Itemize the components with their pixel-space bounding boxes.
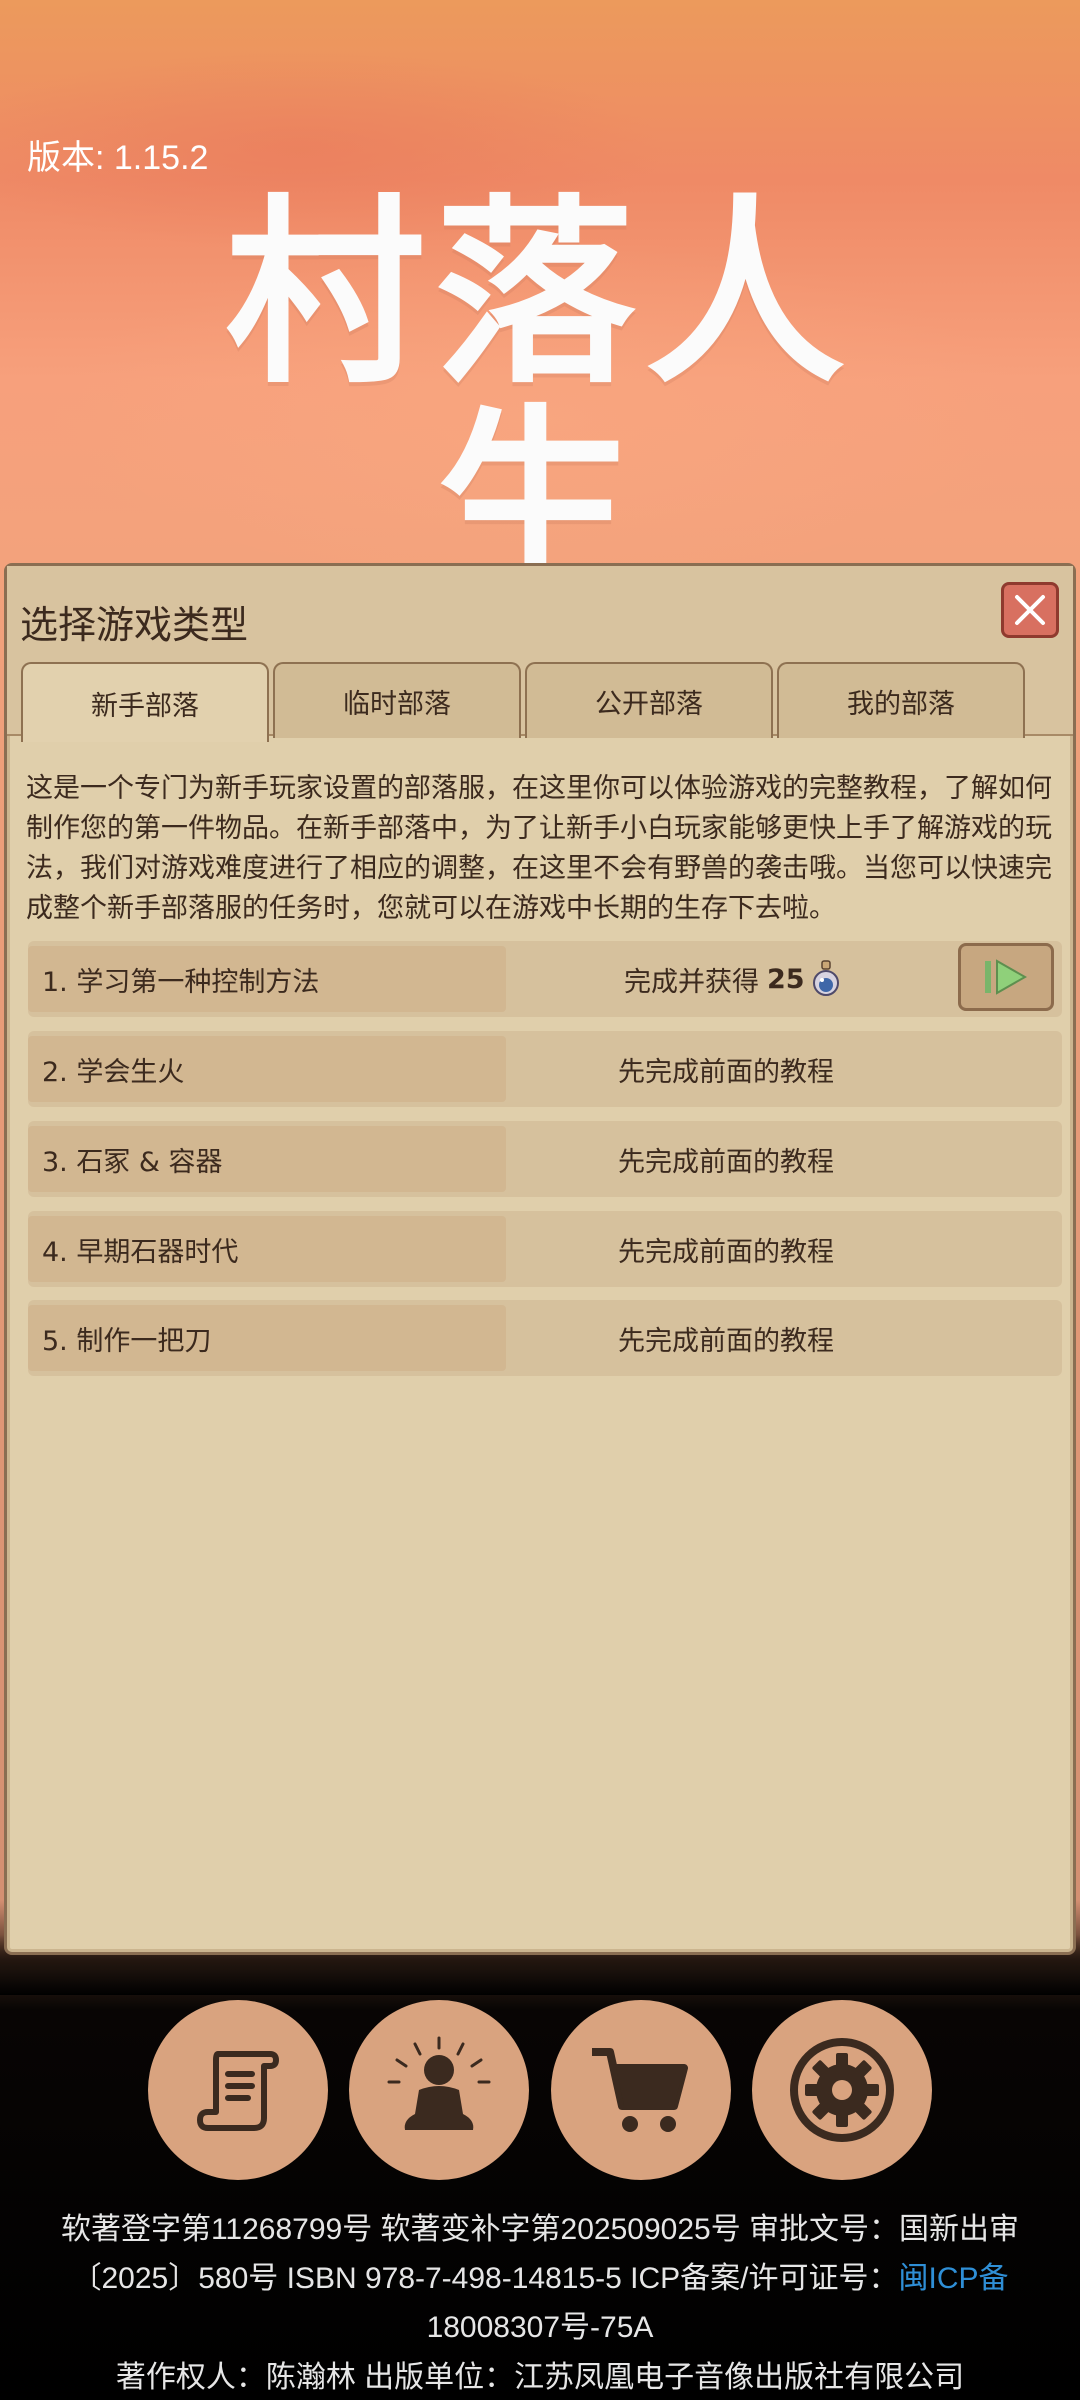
scroll-button[interactable] xyxy=(148,2000,328,2180)
cart-icon xyxy=(592,2048,688,2132)
task-name: 4. 早期石器时代 xyxy=(28,1216,506,1282)
task-reward: 完成并获得 25 xyxy=(624,941,841,1017)
footer-line-4: 著作权人：陈瀚林 出版单位：江苏凤凰电子音像出版社有限公司 xyxy=(115,2361,965,2394)
task-name: 3. 石冢 & 容器 xyxy=(28,1126,506,1192)
task-name: 1. 学习第一种控制方法 xyxy=(28,946,506,1012)
panel-title: 选择游戏类型 xyxy=(20,603,249,647)
task-row: 1. 学习第一种控制方法 完成并获得 25 xyxy=(28,941,1062,1017)
task-status: 先完成前面的教程 xyxy=(618,1236,834,1268)
close-button[interactable] xyxy=(1001,582,1059,638)
task-status: 先完成前面的教程 xyxy=(618,1056,834,1088)
footer-line-2: 〔2025〕580号 ISBN 978-7-498-14815-5 ICP备案/… xyxy=(0,2253,1080,2297)
tab-public-tribe[interactable]: 公开部落 xyxy=(525,662,773,738)
shop-button[interactable] xyxy=(551,2000,731,2180)
potion-icon xyxy=(812,960,839,996)
footer-line-2-text: 〔2025〕580号 ISBN 978-7-498-14815-5 ICP备案/… xyxy=(71,2262,899,2295)
close-icon xyxy=(1015,595,1045,625)
gear-icon xyxy=(790,2038,894,2142)
task-name: 2. 学会生火 xyxy=(28,1036,506,1102)
meditation-icon xyxy=(387,2036,491,2130)
mode-description: 这是一个专门为新手玩家设置的部落服，在这里你可以体验游戏的完整教程，了解如何制作… xyxy=(26,773,1052,924)
version-label: 版本: 1.15.2 xyxy=(27,139,209,177)
settings-button[interactable] xyxy=(752,2000,932,2180)
tab-my-tribe[interactable]: 我的部落 xyxy=(777,662,1025,738)
tab-temporary-tribe[interactable]: 临时部落 xyxy=(273,662,521,738)
task-status: 先完成前面的教程 xyxy=(618,1146,834,1178)
task-name: 5. 制作一把刀 xyxy=(28,1305,506,1371)
icp-link-continued[interactable]: 18008307号-75A xyxy=(0,2302,1080,2346)
logo-text: 村落人生 xyxy=(224,178,855,621)
icp-link[interactable]: 闽ICP备 xyxy=(899,2262,1009,2295)
task-row: 5. 制作一把刀 先完成前面的教程 xyxy=(28,1300,1062,1376)
game-type-panel: 选择游戏类型 新手部落 临时部落 公开部落 我的部落 这是一个专门为新手玩家设置… xyxy=(4,563,1076,1955)
game-logo: 村落人生 xyxy=(140,190,940,610)
play-icon xyxy=(985,959,1028,995)
tab-novice-tribe[interactable]: 新手部落 xyxy=(21,662,269,742)
task-row: 4. 早期石器时代 先完成前面的教程 xyxy=(28,1211,1062,1287)
task-row: 2. 学会生火 先完成前面的教程 xyxy=(28,1031,1062,1107)
meditation-button[interactable] xyxy=(349,2000,529,2180)
reward-amount: 25 xyxy=(767,963,805,995)
footer-line-1: 软著登字第11268799号 软著变补字第202509025号 审批文号：国新出… xyxy=(60,2213,1020,2246)
task-status: 先完成前面的教程 xyxy=(618,1325,834,1357)
start-task-button[interactable] xyxy=(958,943,1054,1011)
reward-text: 完成并获得 xyxy=(624,966,759,998)
task-row: 3. 石冢 & 容器 先完成前面的教程 xyxy=(28,1121,1062,1197)
scroll-icon xyxy=(197,2051,279,2131)
